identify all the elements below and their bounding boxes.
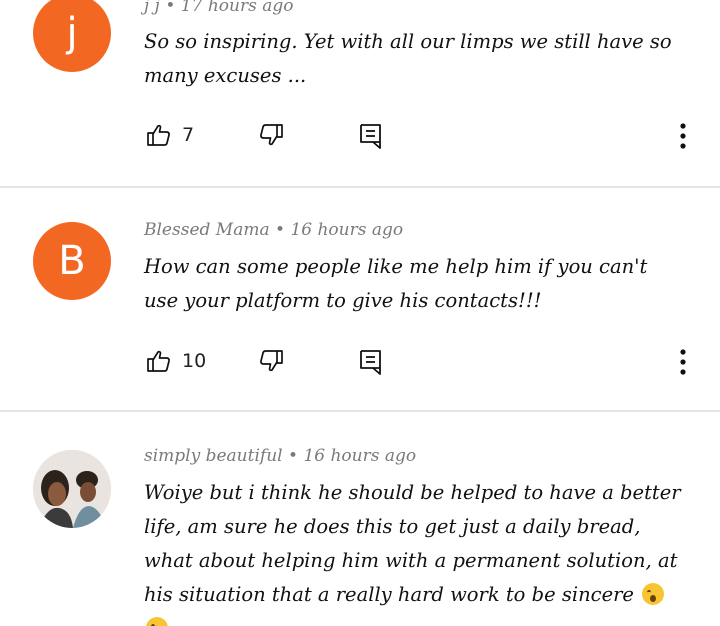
comment-author[interactable]: Blessed Mama (144, 220, 270, 240)
dislike-button[interactable] (258, 122, 284, 148)
surprised-face-icon (146, 617, 168, 626)
meta-separator: • (159, 0, 181, 16)
like-button[interactable]: 10 (146, 348, 206, 374)
dislike-button[interactable] (258, 348, 284, 374)
comment-text: How can some people like me help him if … (144, 255, 648, 312)
comment-time: 16 hours ago (290, 220, 404, 240)
reply-icon (360, 350, 381, 375)
comment-meta: Blessed Mama • 16 hours ago (144, 220, 403, 240)
comment-time: 16 hours ago (303, 446, 417, 466)
more-vertical-icon (680, 349, 686, 375)
comment-suffix: . (168, 617, 174, 626)
like-count: 7 (182, 124, 195, 146)
thumb-up-icon (147, 350, 170, 372)
thumb-up-icon (147, 124, 170, 146)
meta-separator: • (269, 220, 291, 240)
avatar[interactable]: B (33, 222, 111, 300)
comment-item: j j j • 17 hours ago So so inspiring. Ye… (0, 0, 720, 186)
comment-item: B Blessed Mama • 16 hours ago How can so… (0, 188, 720, 410)
comment-item: simply beautiful • 16 hours ago Woiye bu… (0, 412, 720, 626)
like-button[interactable]: 7 (146, 122, 194, 148)
comment-text: Woiye but i think he should be helped to… (144, 476, 684, 626)
avatar[interactable]: j (33, 0, 111, 72)
profile-photo-icon (33, 450, 111, 528)
comment-text: So so inspiring. Yet with all our limps … (144, 30, 672, 87)
comment-actions: 7 (146, 122, 706, 152)
reply-button[interactable] (358, 122, 384, 150)
surprised-face-icon (642, 583, 665, 605)
comment-body: Woiye but i think he should be helped to… (144, 481, 681, 606)
comment-meta: j j • 17 hours ago (144, 0, 293, 16)
like-count: 10 (182, 350, 207, 372)
comment-time: 17 hours ago (180, 0, 294, 16)
comment-author[interactable]: j j (144, 0, 160, 16)
comment-meta: simply beautiful • 16 hours ago (144, 446, 416, 466)
comment-actions: 10 (146, 348, 706, 378)
more-vertical-icon (680, 123, 686, 149)
thumb-down-icon (260, 350, 283, 372)
comment-author[interactable]: simply beautiful (144, 446, 283, 466)
meta-separator: • (282, 446, 304, 466)
reply-button[interactable] (358, 348, 384, 376)
more-options-button[interactable] (676, 348, 690, 376)
avatar-photo[interactable] (33, 450, 111, 528)
reply-icon (360, 124, 381, 149)
more-options-button[interactable] (676, 122, 690, 150)
thumb-down-icon (260, 124, 283, 146)
